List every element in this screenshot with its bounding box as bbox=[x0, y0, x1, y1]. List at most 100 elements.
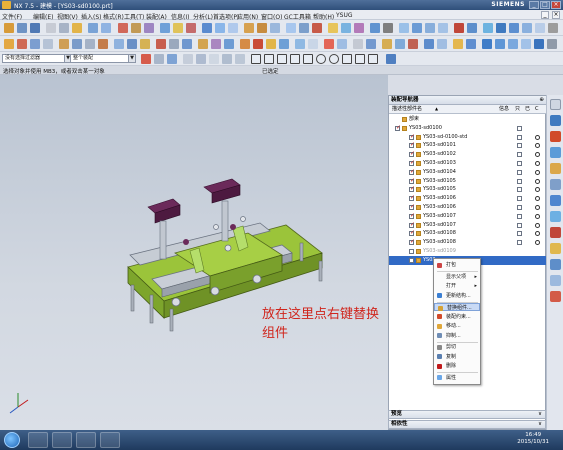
arc-center-icon[interactable] bbox=[235, 54, 245, 64]
readonly-checkbox[interactable] bbox=[517, 169, 522, 175]
tree-row[interactable]: YS03-sd0102 bbox=[389, 150, 547, 159]
hole-icon[interactable] bbox=[160, 23, 170, 33]
col-info[interactable]: 信息 bbox=[499, 105, 509, 113]
visibility-checkbox[interactable] bbox=[409, 159, 415, 167]
col-readonly[interactable]: 只 bbox=[515, 105, 520, 113]
view-front-icon[interactable] bbox=[483, 23, 493, 33]
diagonal-snap-icon[interactable] bbox=[290, 54, 300, 64]
tree-row[interactable]: YS03-sd0107 bbox=[389, 212, 547, 221]
cylinder-icon[interactable] bbox=[72, 39, 82, 49]
readonly-checkbox[interactable] bbox=[517, 187, 522, 193]
context-menu-item[interactable]: 复制 bbox=[434, 353, 480, 361]
readonly-checkbox[interactable] bbox=[517, 161, 522, 166]
unite-icon[interactable] bbox=[202, 23, 212, 33]
wave-icon[interactable] bbox=[324, 39, 334, 49]
readonly-checkbox[interactable] bbox=[517, 178, 522, 184]
edge-blend-icon[interactable] bbox=[244, 23, 254, 33]
layer-icon[interactable] bbox=[382, 39, 392, 49]
context-menu-item[interactable]: 更新结构... bbox=[434, 292, 480, 300]
datum-plane-icon[interactable] bbox=[17, 39, 27, 49]
graphics-viewport[interactable]: 放在这里点右键替换组件 bbox=[0, 75, 388, 430]
shaded-icon[interactable] bbox=[454, 23, 464, 33]
sweep-icon[interactable] bbox=[144, 23, 154, 33]
tree-row[interactable]: YS03-sd0109 bbox=[389, 247, 547, 256]
context-menu-item[interactable]: 装配约束... bbox=[434, 313, 480, 321]
toolbar-options-icon[interactable] bbox=[548, 23, 558, 33]
readonly-checkbox[interactable] bbox=[517, 240, 522, 246]
wireframe-icon[interactable] bbox=[467, 23, 477, 33]
scope-dropdown[interactable]: 整个装配 ▼ bbox=[70, 54, 136, 63]
exploded-view-icon[interactable] bbox=[295, 39, 305, 49]
offset-icon[interactable] bbox=[328, 23, 338, 33]
tree-row[interactable]: YS03-sd0106 bbox=[389, 203, 547, 212]
col-modified[interactable]: 已 bbox=[525, 105, 530, 113]
visibility-checkbox[interactable] bbox=[409, 249, 414, 254]
render-style-icon[interactable] bbox=[482, 39, 492, 49]
tree-row[interactable]: YS03-sd-0100-std bbox=[389, 133, 547, 142]
readonly-checkbox[interactable] bbox=[517, 213, 522, 219]
tree-row[interactable]: YS03-sd0108 bbox=[389, 238, 547, 247]
tangent-snap-icon[interactable] bbox=[303, 54, 313, 64]
roles-tab-icon[interactable] bbox=[550, 243, 561, 254]
shell-icon[interactable] bbox=[270, 23, 280, 33]
web-browser-tab-icon[interactable] bbox=[550, 195, 561, 206]
project-icon[interactable] bbox=[156, 39, 166, 49]
menu-ysug[interactable]: YSUG bbox=[336, 12, 353, 19]
pocket-icon[interactable] bbox=[186, 23, 196, 33]
slash2-snap-icon[interactable] bbox=[355, 54, 365, 64]
snap-point-icon[interactable] bbox=[167, 54, 177, 64]
perspective-icon[interactable] bbox=[534, 39, 544, 49]
save-icon[interactable] bbox=[30, 23, 40, 33]
tree-row[interactable]: YS03-sd0105 bbox=[389, 185, 547, 194]
arc-icon[interactable] bbox=[127, 39, 137, 49]
subtract-icon[interactable] bbox=[215, 23, 225, 33]
plus-snap-icon[interactable] bbox=[342, 54, 352, 64]
cross-point-icon[interactable] bbox=[251, 54, 261, 64]
bridge-icon[interactable] bbox=[182, 39, 192, 49]
readonly-checkbox[interactable] bbox=[517, 196, 522, 202]
sketch-icon[interactable] bbox=[4, 39, 14, 49]
visibility-checkbox[interactable] bbox=[409, 133, 415, 141]
clock[interactable]: 16:49 2015/10/31 bbox=[517, 432, 549, 446]
process-studio-tab-icon[interactable] bbox=[550, 227, 561, 238]
constraints-icon[interactable] bbox=[253, 39, 263, 49]
visibility-checkbox[interactable] bbox=[395, 124, 401, 132]
analysis-icon[interactable] bbox=[453, 39, 463, 49]
fixture-model[interactable] bbox=[0, 75, 388, 430]
context-menu-item[interactable]: 属性 bbox=[434, 374, 480, 382]
tree-row[interactable]: YS03-sd0104 bbox=[389, 168, 547, 177]
view-top-icon[interactable] bbox=[496, 23, 506, 33]
paste-icon[interactable] bbox=[72, 23, 82, 33]
section-dependencies[interactable]: 相依性 ∨ bbox=[388, 420, 546, 429]
rotate-icon[interactable] bbox=[425, 23, 435, 33]
doc-minimize-button[interactable]: _ bbox=[541, 11, 549, 19]
palette-tab-icon[interactable] bbox=[550, 211, 561, 222]
color-icon[interactable] bbox=[408, 39, 418, 49]
chamfer-icon[interactable] bbox=[257, 23, 267, 33]
intersection-icon[interactable] bbox=[222, 54, 232, 64]
toolbar-more-icon[interactable] bbox=[547, 39, 557, 49]
mirror-icon[interactable] bbox=[286, 23, 296, 33]
visibility-checkbox[interactable] bbox=[409, 229, 415, 237]
quick-pick-icon[interactable] bbox=[386, 54, 396, 64]
taskbar-app-media[interactable] bbox=[76, 432, 96, 448]
tree-row[interactable]: YS03-sd0107 bbox=[389, 221, 547, 230]
readonly-checkbox[interactable] bbox=[517, 134, 522, 140]
background-icon[interactable] bbox=[521, 39, 531, 49]
visibility-checkbox[interactable] bbox=[409, 238, 415, 246]
view-right-icon[interactable] bbox=[509, 23, 519, 33]
selection-filter-dropdown[interactable]: 没有选择过滤器 ▼ bbox=[2, 54, 72, 63]
zoom-icon[interactable] bbox=[412, 23, 422, 33]
line-snap-icon[interactable] bbox=[264, 54, 274, 64]
context-menu-item[interactable]: 显示父项 ▸ bbox=[434, 273, 480, 281]
section-preview[interactable]: 预览 ∨ bbox=[388, 410, 546, 419]
tree-row[interactable]: YS03-sd0103 bbox=[389, 159, 547, 168]
start-button[interactable] bbox=[4, 432, 20, 448]
line-icon[interactable] bbox=[114, 39, 124, 49]
minimize-button[interactable]: _ bbox=[529, 1, 539, 9]
resource-settings-icon[interactable] bbox=[550, 99, 561, 110]
through-curves-icon[interactable] bbox=[198, 39, 208, 49]
readonly-checkbox[interactable] bbox=[517, 205, 522, 210]
readonly-checkbox[interactable] bbox=[517, 222, 522, 228]
studio-icon[interactable] bbox=[495, 39, 505, 49]
